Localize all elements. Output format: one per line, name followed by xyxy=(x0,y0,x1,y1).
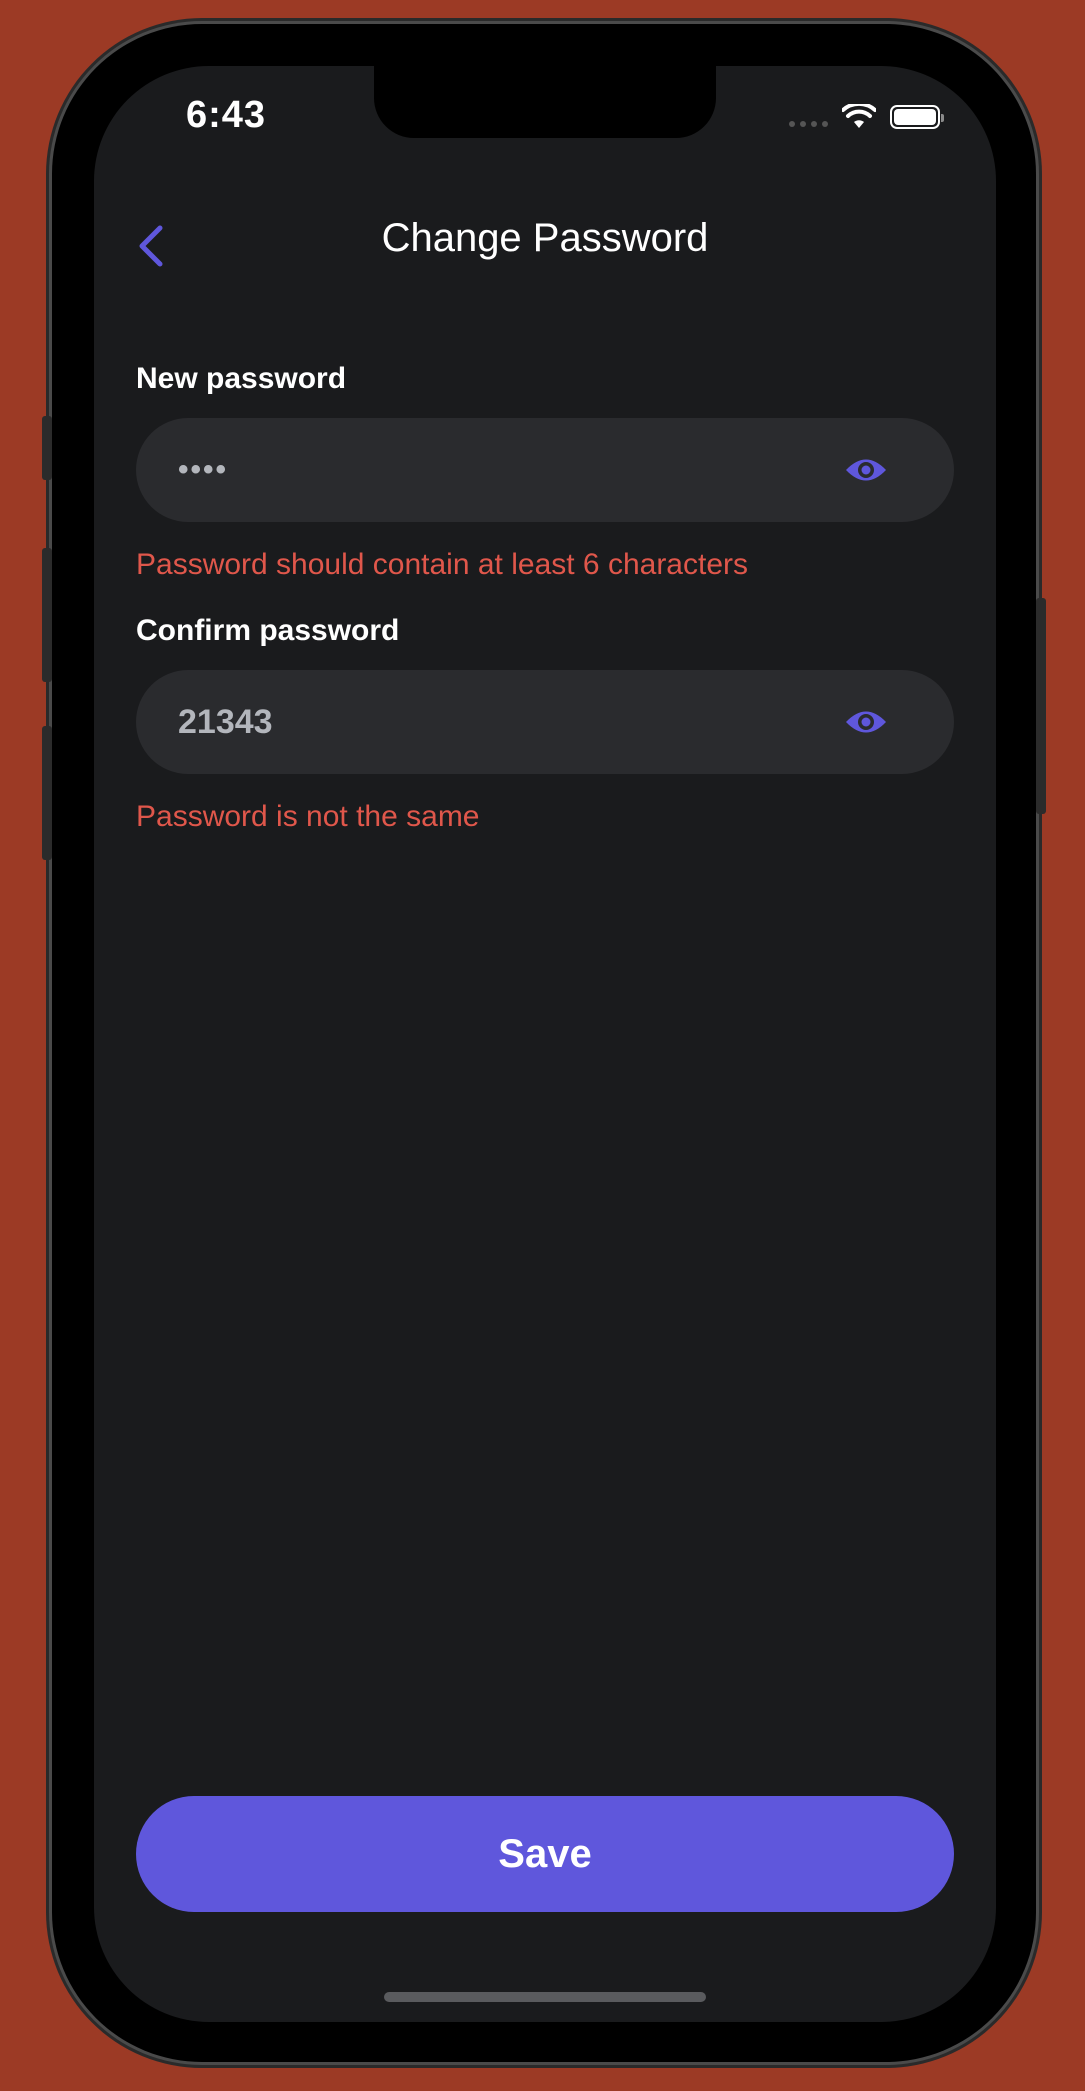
new-password-visibility-toggle[interactable] xyxy=(844,448,888,492)
new-password-label: New password xyxy=(136,362,347,395)
cellular-signal-icon xyxy=(789,121,828,127)
status-time: 6:43 xyxy=(186,94,267,136)
home-indicator[interactable] xyxy=(384,1992,706,2002)
wifi-icon xyxy=(842,104,876,128)
battery-icon xyxy=(890,105,944,129)
confirm-password-section: Confirm password 21343 Password is not t… xyxy=(136,614,954,834)
phone-volume-up-button xyxy=(42,548,52,682)
page-title: Change Password xyxy=(381,216,709,260)
save-button[interactable]: Save xyxy=(136,1796,954,1912)
new-password-field[interactable]: •••• xyxy=(136,418,954,522)
confirm-password-field[interactable]: 21343 xyxy=(136,670,954,774)
navigation-bar: Change Password xyxy=(94,196,996,296)
confirm-password-value[interactable]: 21343 xyxy=(178,703,954,742)
new-password-error: Password should contain at least 6 chara… xyxy=(136,548,748,581)
phone-silent-switch xyxy=(42,416,52,480)
confirm-password-visibility-toggle[interactable] xyxy=(844,700,888,744)
new-password-value[interactable]: •••• xyxy=(178,453,954,487)
status-icons xyxy=(789,104,944,130)
notch xyxy=(374,66,716,138)
phone-volume-down-button xyxy=(42,726,52,860)
app-screen: 6:43 Change Password New password •••• P… xyxy=(94,66,996,2022)
phone-power-button xyxy=(1036,598,1046,814)
eye-icon xyxy=(846,459,886,481)
eye-icon xyxy=(846,711,886,733)
confirm-password-label: Confirm password xyxy=(136,614,400,647)
confirm-password-error: Password is not the same xyxy=(136,800,480,833)
new-password-section: New password •••• Password should contai… xyxy=(136,362,954,582)
